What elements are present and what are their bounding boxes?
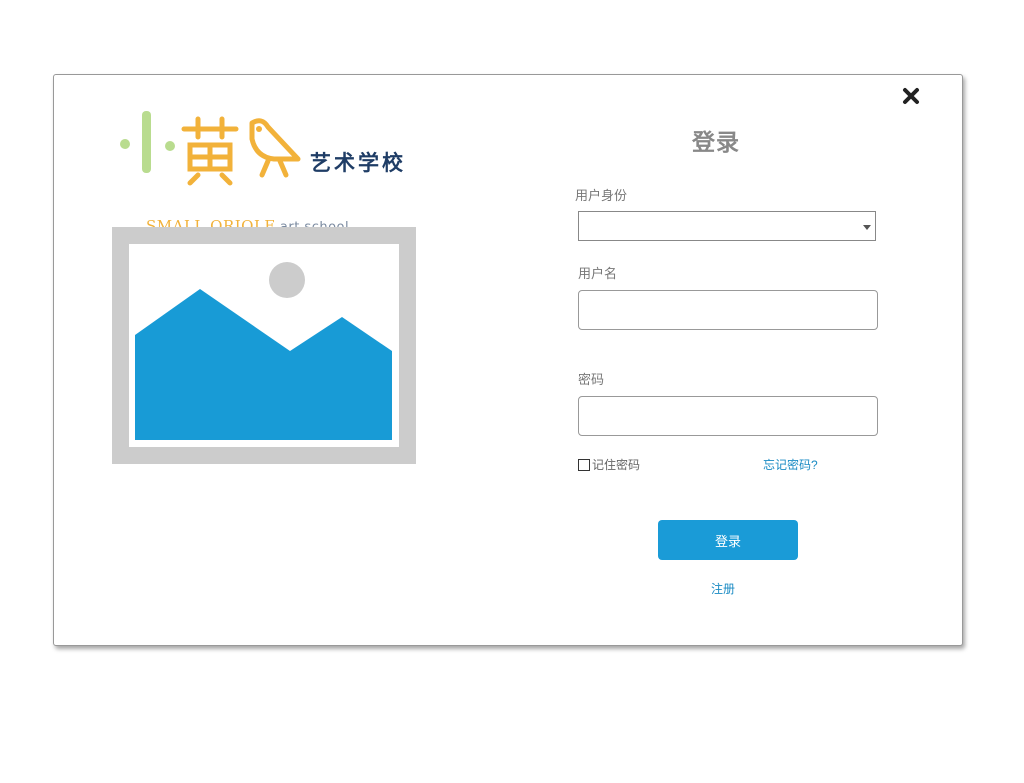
forgot-password-link[interactable]: 忘记密码? [763,456,818,473]
image-placeholder-icon [112,227,416,464]
register-link[interactable]: 注册 [711,580,735,597]
password-label: 密码 [578,372,605,387]
username-label: 用户名 [578,266,618,281]
logo-mark-icon [120,111,301,186]
remember-checkbox[interactable] [578,458,590,471]
logo-chinese-name: 艺术学校 [310,152,406,175]
username-input[interactable] [578,290,878,330]
login-dialog: 艺术学校 SMALL ORIOLEart school 登录 用户身份 用户名 … [53,74,963,646]
chevron-down-icon [863,225,871,230]
login-button[interactable]: 登录 [658,520,798,560]
identity-label: 用户身份 [575,188,628,203]
close-icon[interactable] [900,85,922,107]
password-input[interactable] [578,396,878,436]
remember-label: 记住密码 [592,458,641,472]
identity-select[interactable] [578,211,876,241]
school-logo: 艺术学校 SMALL ORIOLEart school [118,109,428,235]
remember-password[interactable]: 记住密码 [578,456,640,473]
form-title: 登录 [692,129,740,155]
